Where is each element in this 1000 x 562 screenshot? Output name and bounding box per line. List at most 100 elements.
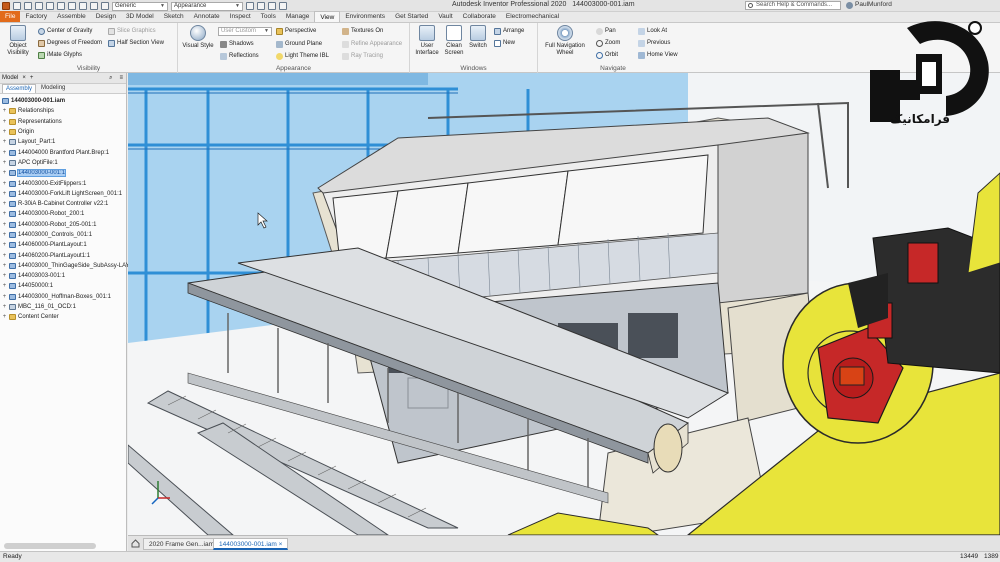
expand-icon[interactable]: + bbox=[2, 181, 7, 187]
degrees-of-freedom-button[interactable]: Degrees of Freedom bbox=[38, 39, 102, 47]
expand-icon[interactable]: + bbox=[2, 170, 7, 176]
previous-view-button[interactable]: Previous bbox=[638, 39, 670, 47]
tree-item[interactable]: +144003000_ThinGageSide_SubAssy-LAYOUT:1 bbox=[2, 261, 147, 271]
ribbon-tab-factory[interactable]: Factory bbox=[20, 11, 52, 22]
appearance-combo[interactable]: Appearance ▼ bbox=[171, 1, 243, 11]
expand-icon[interactable]: + bbox=[2, 108, 7, 114]
shadows-button[interactable]: Shadows bbox=[220, 40, 254, 48]
expand-icon[interactable]: + bbox=[2, 150, 7, 156]
select-icon[interactable] bbox=[90, 2, 98, 10]
tree-item[interactable]: +144003000-Robot_200:1 bbox=[2, 209, 126, 219]
tree-item[interactable]: + APC OptiFile:1 bbox=[2, 158, 126, 168]
app-menu-icon[interactable] bbox=[2, 2, 10, 10]
ribbon-tab-tools[interactable]: Tools bbox=[256, 11, 281, 22]
expand-icon[interactable]: + bbox=[2, 211, 7, 217]
tree-item[interactable]: +144004000 Brantford Plant.Brep:1 bbox=[2, 147, 126, 157]
tree-item[interactable]: + Content Center bbox=[2, 312, 126, 322]
expand-icon[interactable]: + bbox=[2, 191, 7, 197]
refine-appearance-button[interactable]: Refine Appearance bbox=[342, 40, 402, 48]
ribbon-tab-3d-model[interactable]: 3D Model bbox=[121, 11, 159, 22]
textures-on-button[interactable]: Textures On bbox=[342, 27, 383, 35]
graphics-viewport[interactable] bbox=[128, 73, 1000, 535]
ray-tracing-button[interactable]: Ray Tracing bbox=[342, 52, 383, 60]
tree-item[interactable]: +144050000:1 bbox=[2, 281, 126, 291]
undo-icon[interactable] bbox=[46, 2, 54, 10]
doc-tab[interactable]: 2020 Frame Gen...iam bbox=[143, 538, 221, 550]
ribbon-tab-manage[interactable]: Manage bbox=[281, 11, 315, 22]
ribbon-tab-design[interactable]: Design bbox=[91, 11, 121, 22]
tree-item[interactable]: +144003003-001:1 bbox=[2, 271, 126, 281]
switch-button[interactable]: Switch bbox=[467, 25, 489, 50]
visual-style-button[interactable]: Visual Style bbox=[182, 25, 214, 50]
expand-icon[interactable]: + bbox=[2, 263, 7, 269]
clean-screen-button[interactable]: Clean Screen bbox=[442, 25, 466, 57]
look-at-button[interactable]: Look At bbox=[638, 27, 667, 35]
tree-item[interactable]: + Relationships bbox=[2, 106, 126, 116]
pan-button[interactable]: Pan bbox=[596, 27, 616, 35]
redo-icon[interactable] bbox=[57, 2, 65, 10]
expand-icon[interactable]: + bbox=[2, 283, 7, 289]
ribbon-tab-file[interactable]: File bbox=[0, 11, 21, 22]
half-section-view-button[interactable]: Half Section View bbox=[108, 39, 164, 47]
expand-icon[interactable]: + bbox=[2, 119, 7, 125]
tree-item[interactable]: +144003000_Hoffman-Boxes_001:1 bbox=[2, 292, 126, 302]
ribbon-tab-assemble[interactable]: Assemble bbox=[52, 11, 91, 22]
ribbon-tab-get-started[interactable]: Get Started bbox=[390, 11, 433, 22]
update-icon[interactable] bbox=[79, 2, 87, 10]
arrange-button[interactable]: Arrange bbox=[494, 27, 524, 35]
slice-graphics-button[interactable]: Slice Graphics bbox=[108, 27, 156, 35]
ribbon-tab-collaborate[interactable]: Collaborate bbox=[458, 11, 501, 22]
object-visibility-button[interactable]: Object Visibility bbox=[3, 25, 33, 57]
tree-item[interactable]: +144003000_Controls_001:1 bbox=[2, 230, 126, 240]
new-file-icon[interactable] bbox=[13, 2, 21, 10]
tree-item[interactable]: + Origin bbox=[2, 127, 126, 137]
tree-item[interactable]: + Layout_Part:1 bbox=[2, 137, 126, 147]
browser-search-icon[interactable]: ⌕ bbox=[109, 75, 112, 82]
add-icon[interactable]: + bbox=[30, 75, 34, 81]
material-icon[interactable] bbox=[101, 2, 109, 10]
ribbon-tab-environments[interactable]: Environments bbox=[340, 11, 390, 22]
full-navigation-wheel-button[interactable]: Full Navigation Wheel bbox=[542, 25, 588, 57]
expand-icon[interactable]: + bbox=[2, 129, 7, 135]
print-icon[interactable] bbox=[279, 2, 287, 10]
expand-icon[interactable]: + bbox=[2, 294, 7, 300]
browser-tab-modeling[interactable]: Modeling bbox=[38, 84, 68, 93]
fx-parameters-icon[interactable] bbox=[257, 2, 265, 10]
tree-item[interactable]: +144060200-PlantLayout1:1 bbox=[2, 250, 126, 260]
ground-plane-button[interactable]: Ground Plane bbox=[276, 40, 322, 48]
tree-item[interactable]: +144060000-PlantLayout:1 bbox=[2, 240, 126, 250]
workspace-combo[interactable]: Generic ▼ bbox=[112, 1, 168, 11]
light-theme-button[interactable]: Light Theme IBL bbox=[276, 52, 329, 60]
home-icon[interactable] bbox=[68, 2, 76, 10]
browser-scrollbar[interactable] bbox=[4, 543, 96, 549]
expand-icon[interactable]: + bbox=[2, 201, 7, 207]
user-account[interactable]: PaulMunford bbox=[846, 1, 892, 9]
expand-icon[interactable]: + bbox=[2, 232, 7, 238]
ribbon-tab-vault[interactable]: Vault bbox=[433, 11, 457, 22]
tree-item[interactable]: + MBC_116_01_OCD:1 bbox=[2, 302, 126, 312]
new-window-button[interactable]: New bbox=[494, 39, 515, 47]
browser-tab-assembly[interactable]: Assembly bbox=[2, 84, 37, 93]
center-of-gravity-button[interactable]: Center of Gravity bbox=[38, 27, 92, 35]
save-icon[interactable] bbox=[35, 2, 43, 10]
tree-item[interactable]: + R-30iA B-Cabinet Controller v22:1 bbox=[2, 199, 126, 209]
expand-icon[interactable]: + bbox=[2, 139, 7, 145]
expand-icon[interactable]: + bbox=[2, 304, 7, 310]
zoom-button[interactable]: Zoom bbox=[596, 39, 620, 47]
ribbon-tab-inspect[interactable]: Inspect bbox=[225, 11, 256, 22]
perspective-button[interactable]: Perspective bbox=[276, 27, 316, 35]
ribbon-tab-electromechanical[interactable]: Electromechanical bbox=[501, 11, 564, 22]
clear-appearance-icon[interactable] bbox=[246, 2, 254, 10]
home-view-button[interactable]: Home View bbox=[638, 51, 678, 59]
ribbon-tab-view[interactable]: View bbox=[314, 11, 341, 22]
expand-icon[interactable]: + bbox=[2, 314, 7, 320]
orbit-button[interactable]: Orbit bbox=[596, 51, 618, 59]
expand-icon[interactable]: + bbox=[2, 273, 7, 279]
measure-icon[interactable] bbox=[268, 2, 276, 10]
tree-item[interactable]: +144003000-ForkLift LightScreen_001:1 bbox=[2, 189, 126, 199]
search-input[interactable]: Search Help & Commands... bbox=[745, 1, 841, 10]
ribbon-tab-sketch[interactable]: Sketch bbox=[159, 11, 189, 22]
reflections-button[interactable]: Reflections bbox=[220, 52, 259, 60]
home-tab-icon[interactable] bbox=[131, 539, 140, 548]
ribbon-tab-annotate[interactable]: Annotate bbox=[189, 11, 225, 22]
